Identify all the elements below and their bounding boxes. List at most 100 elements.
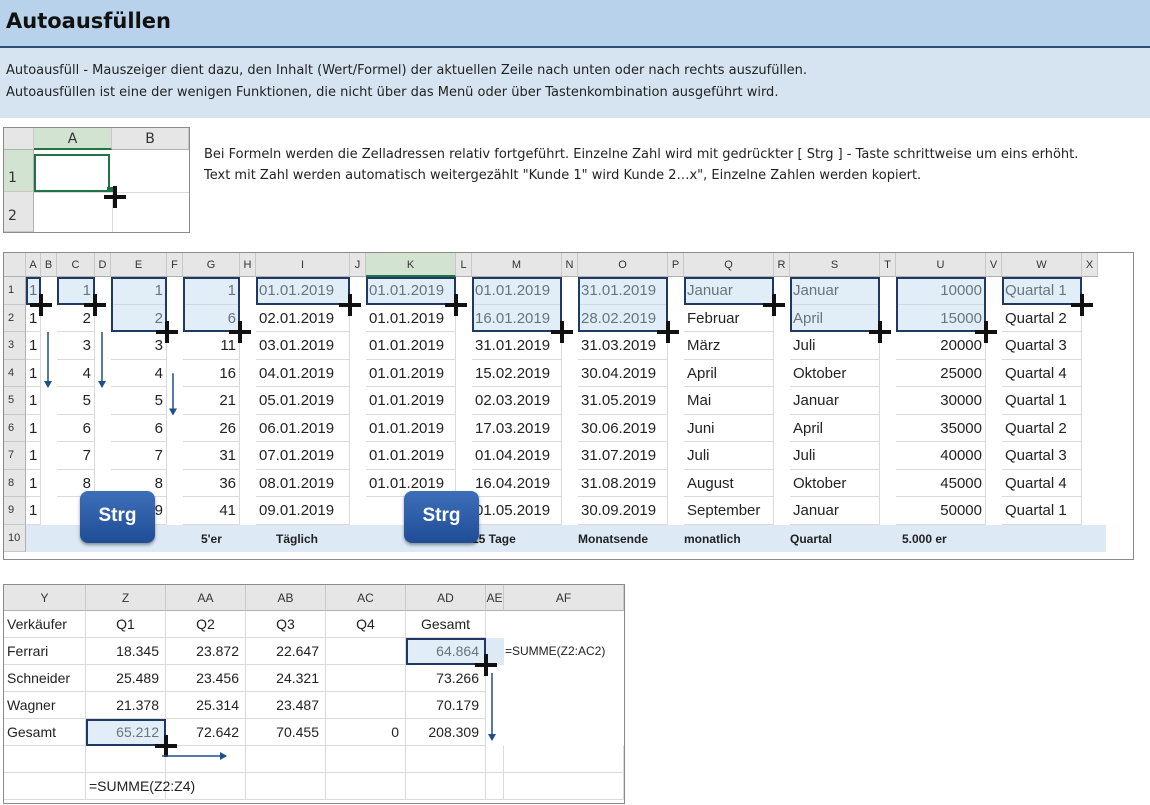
- cell-w9[interactable]: Quartal 1: [1002, 497, 1082, 525]
- cell-a8[interactable]: 1: [26, 469, 41, 497]
- col-header-s[interactable]: S: [790, 253, 880, 277]
- cell-m5[interactable]: 02.03.2019: [472, 387, 562, 415]
- cell-c7[interactable]: 7: [57, 442, 95, 470]
- mini-row-header-1[interactable]: 1: [4, 150, 34, 192]
- col-header-n[interactable]: N: [562, 253, 578, 277]
- cell-q5[interactable]: Mai: [684, 387, 774, 415]
- selection-u1-u2[interactable]: [896, 277, 986, 332]
- cell-i2[interactable]: 02.01.2019: [256, 304, 350, 332]
- sales-empty-cell[interactable]: [246, 746, 326, 773]
- cell-i7[interactable]: 07.01.2019: [256, 442, 350, 470]
- row-header-6[interactable]: 6: [4, 414, 26, 442]
- cell-a9[interactable]: 1: [26, 497, 41, 525]
- row-header-2[interactable]: 2: [4, 304, 26, 332]
- select-all-corner[interactable]: [4, 253, 26, 277]
- cell-k5[interactable]: 01.01.2019: [366, 387, 456, 415]
- cell-s7[interactable]: Juli: [790, 442, 880, 470]
- sales-cell-name-3[interactable]: Wagner: [4, 692, 86, 719]
- sales-cell-q2-3[interactable]: 25.314: [166, 692, 246, 719]
- cell-a5[interactable]: 1: [26, 387, 41, 415]
- sales-cell-total-4[interactable]: 208.309: [406, 719, 486, 746]
- col-header-r[interactable]: R: [774, 253, 790, 277]
- sales-cell-name-4[interactable]: Gesamt: [4, 719, 86, 746]
- cell-o7[interactable]: 31.07.2019: [578, 442, 668, 470]
- sales-cell-name-1[interactable]: Ferrari: [4, 638, 86, 665]
- row-header-3[interactable]: 3: [4, 332, 26, 360]
- cell-k7[interactable]: 01.01.2019: [366, 442, 456, 470]
- col-header-m[interactable]: M: [472, 253, 562, 277]
- col-header-h[interactable]: H: [240, 253, 256, 277]
- cell-u3[interactable]: 20000: [896, 332, 986, 360]
- sales-header-name[interactable]: Verkäufer: [4, 611, 86, 638]
- cell-q2[interactable]: Februar: [684, 304, 774, 332]
- cell-m6[interactable]: 17.03.2019: [472, 414, 562, 442]
- cell-g4[interactable]: 16: [183, 359, 240, 387]
- sales-cell-total-2[interactable]: 73.266: [406, 665, 486, 692]
- sales-cell-total-3[interactable]: 70.179: [406, 692, 486, 719]
- cell-q6[interactable]: Juni: [684, 414, 774, 442]
- col-header-q[interactable]: Q: [684, 253, 774, 277]
- sales-empty-cell[interactable]: [4, 746, 86, 773]
- selection-o1-o2[interactable]: [578, 277, 668, 332]
- cell-m4[interactable]: 15.02.2019: [472, 359, 562, 387]
- cell-o8[interactable]: 31.08.2019: [578, 469, 668, 497]
- cell-e6[interactable]: 6: [111, 414, 167, 442]
- cell-i3[interactable]: 03.01.2019: [256, 332, 350, 360]
- cell-g5[interactable]: 21: [183, 387, 240, 415]
- sales-col-header-ad[interactable]: AD: [406, 585, 486, 611]
- cell-o3[interactable]: 31.03.2019: [578, 332, 668, 360]
- col-header-u[interactable]: U: [896, 253, 986, 277]
- col-header-f[interactable]: F: [167, 253, 183, 277]
- selection-i1[interactable]: [256, 277, 350, 305]
- sales-empty-cell[interactable]: [504, 746, 624, 773]
- row-header-8[interactable]: 8: [4, 469, 26, 497]
- col-header-w[interactable]: W: [1002, 253, 1082, 277]
- col-header-j[interactable]: J: [350, 253, 366, 277]
- sales-col-header-ab[interactable]: AB: [246, 585, 326, 611]
- mini-col-header-a[interactable]: A: [34, 128, 112, 150]
- cell-m3[interactable]: 31.01.2019: [472, 332, 562, 360]
- cell-c6[interactable]: 6: [57, 414, 95, 442]
- sales-header-q5[interactable]: Gesamt: [406, 611, 486, 638]
- row-header-10[interactable]: 10: [4, 524, 26, 552]
- col-header-c[interactable]: C: [57, 253, 95, 277]
- select-all-corner[interactable]: [4, 128, 34, 150]
- sales-empty-cell[interactable]: [4, 773, 86, 800]
- cell-g8[interactable]: 36: [183, 469, 240, 497]
- sales-empty-cell[interactable]: [166, 746, 246, 773]
- selection-ad2[interactable]: [406, 638, 486, 665]
- sales-col-header-aa[interactable]: AA: [166, 585, 246, 611]
- cell-w4[interactable]: Quartal 4: [1002, 359, 1082, 387]
- cell-q7[interactable]: Juli: [684, 442, 774, 470]
- sales-cell-q4-2[interactable]: [326, 665, 406, 692]
- cell-a7[interactable]: 1: [26, 442, 41, 470]
- col-header-l[interactable]: L: [456, 253, 472, 277]
- sales-empty-cell[interactable]: [486, 773, 504, 800]
- selection-w1[interactable]: [1002, 277, 1082, 305]
- sales-empty-cell[interactable]: [406, 773, 486, 800]
- cell-a3[interactable]: 1: [26, 332, 41, 360]
- cell-w7[interactable]: Quartal 3: [1002, 442, 1082, 470]
- sales-cell-q2-2[interactable]: 23.456: [166, 665, 246, 692]
- selection-k1[interactable]: [366, 277, 456, 305]
- sales-header-q3[interactable]: Q3: [246, 611, 326, 638]
- sales-col-header-af[interactable]: AF: [504, 585, 624, 611]
- sales-col-header-z[interactable]: Z: [86, 585, 166, 611]
- row-header-9[interactable]: 9: [4, 497, 26, 525]
- cell-s4[interactable]: Oktober: [790, 359, 880, 387]
- cell-g9[interactable]: 41: [183, 497, 240, 525]
- cell-u6[interactable]: 35000: [896, 414, 986, 442]
- cell-o4[interactable]: 30.04.2019: [578, 359, 668, 387]
- cell-s5[interactable]: Januar: [790, 387, 880, 415]
- row-header-4[interactable]: 4: [4, 359, 26, 387]
- cell-m8[interactable]: 16.04.2019: [472, 469, 562, 497]
- cell-i8[interactable]: 08.01.2019: [256, 469, 350, 497]
- col-header-t[interactable]: T: [880, 253, 896, 277]
- cell-q9[interactable]: September: [684, 497, 774, 525]
- cell-e7[interactable]: 7: [111, 442, 167, 470]
- cell-u8[interactable]: 45000: [896, 469, 986, 497]
- col-header-k[interactable]: K: [366, 253, 456, 277]
- sales-cell-q4-4[interactable]: 0: [326, 719, 406, 746]
- sales-header-q4[interactable]: Q4: [326, 611, 406, 638]
- cell-c4[interactable]: 4: [57, 359, 95, 387]
